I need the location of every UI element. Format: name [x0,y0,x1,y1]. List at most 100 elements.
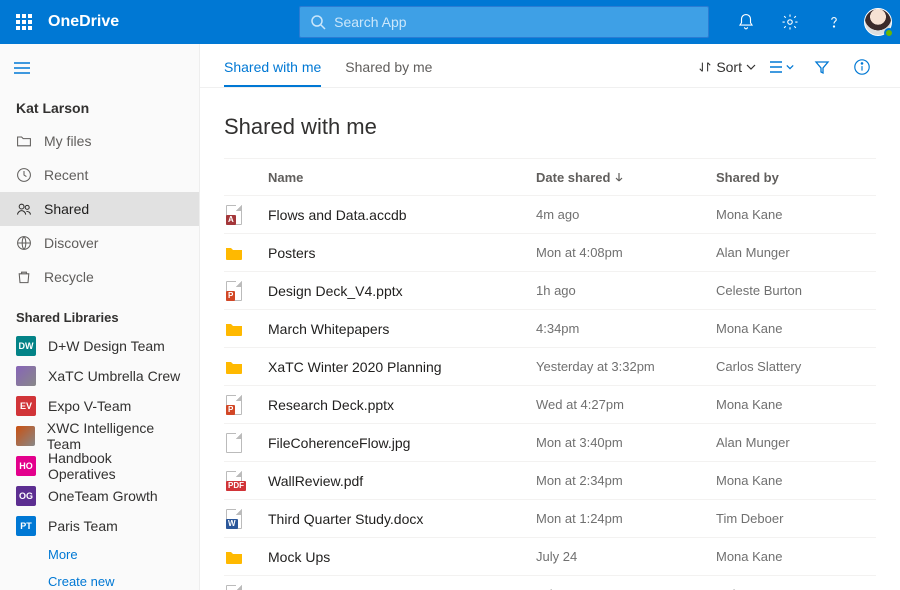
date-shared: 1h ago [536,283,716,298]
table-row[interactable]: WThird Quarter Study.docxMon at 1:24pmTi… [224,500,876,538]
file-icon: P [224,395,244,415]
sort-button[interactable]: Sort [698,59,756,75]
file-icon: A [224,205,244,225]
main-content: Shared with meShared by me Sort [200,44,900,590]
more-libraries-link[interactable]: More [0,541,199,568]
settings-icon[interactable] [768,0,812,44]
table-row[interactable]: FileCoherenceFlow.jpgMon at 3:40pmAlan M… [224,424,876,462]
file-name: Posters [268,245,315,261]
shared-by: Mona Kane [716,207,876,222]
table-row[interactable]: PDF WallReview.pdf Mon at 2:34pmMona Kane [224,462,876,500]
table-row[interactable]: ▶UeoD Transition Animation.movJuly 23Cel… [224,576,876,590]
file-name: WallReview.pdf [268,473,363,489]
file-table: Name Date shared Shared by A Flows and Da… [200,158,900,590]
date-shared: 4:34pm [536,321,716,336]
user-name: Kat Larson [0,86,199,124]
collapse-nav-icon[interactable] [0,50,44,86]
table-row[interactable]: P Research Deck.pptx Wed at 4:27pmMona Kan… [224,386,876,424]
library-item[interactable]: PTParis Team [0,511,199,541]
date-shared: Mon at 2:34pm [536,473,716,488]
library-badge: PT [16,516,36,536]
filter-button[interactable] [808,53,836,81]
file-icon [224,357,244,377]
page-title: Shared with me [200,88,900,158]
file-name: FileCoherenceFlow.jpg [268,435,410,451]
file-icon: PDF [224,471,244,491]
chevron-down-icon [746,62,756,72]
app-name[interactable]: OneDrive [48,13,139,31]
file-name: Mock Ups [268,549,330,565]
column-date[interactable]: Date shared [536,170,716,185]
nav-item-recent[interactable]: Recent [0,158,199,192]
library-item[interactable]: XWC Intelligence Team [0,421,199,451]
date-shared: Wed at 4:27pm [536,397,716,412]
file-icon: ▶ [224,585,244,590]
tabs-row: Shared with me Shared by me Sort [200,44,900,88]
date-shared: Mon at 4:08pm [536,245,716,260]
shared-by: Mona Kane [716,473,876,488]
file-name: Third Quarter Study.docx [268,511,423,527]
library-badge [16,426,35,446]
shared-by: Tim Deboer [716,511,876,526]
date-shared: July 24 [536,549,716,564]
file-name: Flows and Data.accdb [268,207,407,223]
file-icon: W [224,509,244,529]
library-badge: DW [16,336,36,356]
sort-desc-icon [614,172,624,182]
table-row[interactable]: A Flows and Data.accdb 4m agoMona Kane [224,196,876,234]
search-box[interactable] [299,6,709,38]
file-icon [224,433,244,453]
library-badge: EV [16,396,36,416]
sidebar: Kat Larson My filesRecentSharedDiscoverR… [0,44,200,590]
column-shared-by[interactable]: Shared by [716,170,876,185]
table-header: Name Date shared Shared by [224,158,876,196]
library-badge: OG [16,486,36,506]
info-button[interactable] [848,53,876,81]
library-badge [16,366,36,386]
nav-item-shared[interactable]: Shared [0,192,199,226]
library-badge: HO [16,456,36,476]
shared-by: Celeste Burton [716,283,876,298]
table-row[interactable]: Mock Ups July 24Mona Kane [224,538,876,576]
shared-by: Alan Munger [716,245,876,260]
file-icon: P [224,281,244,301]
file-icon [224,243,244,263]
notifications-icon[interactable] [724,0,768,44]
file-name: XaTC Winter 2020 Planning [268,359,442,375]
shared-by: Mona Kane [716,321,876,336]
library-item[interactable]: HOHandbook Operatives [0,451,199,481]
table-row[interactable]: March Whitepapers 4:34pmMona Kane [224,310,876,348]
file-name: Research Deck.pptx [268,397,394,413]
search-input[interactable] [334,14,698,30]
library-item[interactable]: DWD+W Design Team [0,331,199,361]
search-icon [310,14,326,30]
table-row[interactable]: P Design Deck_V4.pptx 1h agoCeleste Burton [224,272,876,310]
file-icon [224,547,244,567]
shared-by: Mona Kane [716,549,876,564]
library-item[interactable]: XaTC Umbrella Crew [0,361,199,391]
shared-by: Alan Munger [716,435,876,450]
help-icon[interactable] [812,0,856,44]
library-item[interactable]: EVExpo V-Team [0,391,199,421]
column-name[interactable]: Name [268,170,536,185]
nav-item-my-files[interactable]: My files [0,124,199,158]
file-icon [224,319,244,339]
shared-by: Mona Kane [716,397,876,412]
tab-shared-by-me[interactable]: Shared by me [345,49,432,87]
view-options-button[interactable] [768,53,796,81]
chevron-down-icon [786,63,794,71]
table-row[interactable]: Posters Mon at 4:08pmAlan Munger [224,234,876,272]
account-avatar[interactable] [856,0,900,44]
file-name: Design Deck_V4.pptx [268,283,403,299]
sort-icon [698,60,712,74]
library-item[interactable]: OGOneTeam Growth [0,481,199,511]
table-row[interactable]: XaTC Winter 2020 PlanningYesterday at 3:… [224,348,876,386]
create-new-link[interactable]: Create new [0,568,199,590]
nav-item-recycle[interactable]: Recycle [0,260,199,294]
date-shared: 4m ago [536,207,716,222]
nav-item-discover[interactable]: Discover [0,226,199,260]
tab-shared-with-me[interactable]: Shared with me [224,49,321,87]
file-name: UeoD Transition Animation.mov [268,587,464,590]
app-launcher-icon[interactable] [0,0,48,44]
file-name: March Whitepapers [268,321,389,337]
